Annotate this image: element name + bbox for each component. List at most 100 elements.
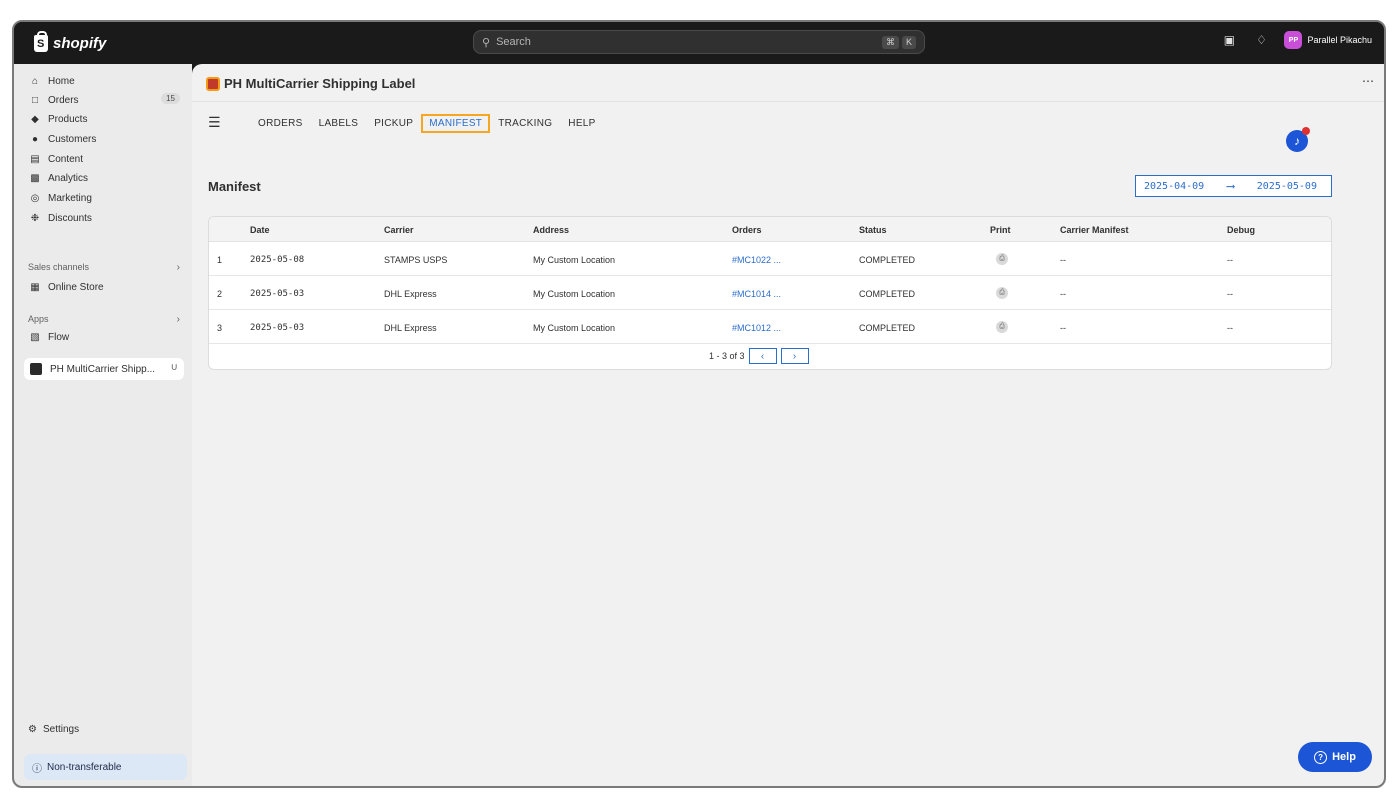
tab-tracking[interactable]: TRACKING bbox=[490, 114, 560, 133]
tab-help[interactable]: HELP bbox=[560, 114, 603, 133]
row-carrier-manifest: -- bbox=[1060, 289, 1066, 299]
tab-labels[interactable]: LABELS bbox=[311, 114, 367, 133]
help-button[interactable]: ? Help bbox=[1298, 742, 1372, 772]
column-header-orders: Orders bbox=[732, 225, 762, 235]
row-address: My Custom Location bbox=[533, 289, 616, 299]
prev-page-button[interactable]: ‹ bbox=[748, 348, 777, 364]
top-bar: S shopify ⚲ ⌘ K ▣ ♢ PP Parallel Pikachu bbox=[14, 22, 1384, 64]
sidebar-item-home[interactable]: ⌂ Home bbox=[24, 72, 184, 90]
row-date: 2025-05-03 bbox=[250, 289, 305, 299]
sidebar-item-analytics[interactable]: ▩ Analytics bbox=[24, 169, 184, 187]
row-date: 2025-05-08 bbox=[250, 255, 305, 265]
tab-orders[interactable]: ORDERS bbox=[250, 114, 311, 133]
main-content: PH MultiCarrier Shipping Label ⋯ ☰ ORDER… bbox=[192, 64, 1384, 786]
row-debug: -- bbox=[1227, 323, 1233, 333]
chevron-right-icon: › bbox=[176, 262, 180, 273]
non-transferable-banner[interactable]: ⓘ Non-transferable bbox=[24, 754, 187, 780]
page-title: Manifest bbox=[208, 179, 261, 194]
tab-manifest[interactable]: MANIFEST bbox=[421, 114, 491, 133]
sidebar-item-label: Discounts bbox=[48, 212, 92, 224]
shopify-logo[interactable]: S shopify bbox=[34, 30, 107, 53]
sidebar-item-label: Marketing bbox=[48, 192, 92, 204]
row-orders-link[interactable]: #MC1014 ... bbox=[732, 289, 781, 299]
products-icon: ◆ bbox=[31, 113, 39, 125]
cmd-key: ⌘ bbox=[881, 35, 899, 49]
sidebar-item-label: Flow bbox=[48, 331, 70, 343]
next-page-button[interactable]: › bbox=[780, 348, 809, 364]
chevron-right-icon: › bbox=[792, 350, 797, 362]
date-range-picker[interactable]: 2025-04-09 ⟶ 2025-05-09 bbox=[1135, 175, 1332, 197]
row-debug: -- bbox=[1227, 289, 1233, 299]
sidebar-item-online-store[interactable]: ▦ Online Store bbox=[24, 278, 184, 296]
printer-icon[interactable]: ⎙ bbox=[996, 253, 1008, 265]
sidebar-item-marketing[interactable]: ◎ Marketing bbox=[24, 189, 184, 207]
section-label: Apps bbox=[28, 314, 49, 324]
user-menu[interactable]: PP Parallel Pikachu bbox=[1284, 31, 1372, 49]
notification-dot bbox=[1302, 127, 1310, 135]
table-row: 2 2025-05-03 DHL Express My Custom Locat… bbox=[209, 276, 1331, 310]
row-orders-link[interactable]: #MC1022 ... bbox=[732, 255, 781, 265]
column-header-date: Date bbox=[250, 225, 270, 235]
column-header-print: Print bbox=[990, 225, 1011, 235]
app-tabs: ORDERS LABELS PICKUP MANIFEST TRACKING H… bbox=[250, 114, 604, 133]
row-status: COMPLETED bbox=[859, 255, 916, 265]
sidebar-item-products[interactable]: ◆ Products bbox=[24, 110, 184, 128]
sidebar-item-ph-multicarrier[interactable]: PH MultiCarrier Shipp... ∪ bbox=[24, 358, 184, 380]
date-start: 2025-04-09 bbox=[1144, 180, 1205, 192]
column-header-carrier: Carrier bbox=[384, 225, 414, 235]
sales-channels-section[interactable]: Sales channels › bbox=[28, 262, 184, 273]
more-options-icon[interactable]: ⋯ bbox=[1362, 74, 1374, 88]
search-icon: ⚲ bbox=[482, 36, 491, 49]
arrow-right-icon: ⟶ bbox=[1226, 179, 1235, 193]
column-header-carrier-manifest: Carrier Manifest bbox=[1060, 225, 1129, 235]
row-carrier: DHL Express bbox=[384, 323, 437, 333]
bell-icon[interactable]: ♪ bbox=[1286, 127, 1310, 152]
app-header: PH MultiCarrier Shipping Label ⋯ bbox=[192, 64, 1384, 102]
help-button-label: Help bbox=[1332, 751, 1356, 763]
sidebar-item-label: Analytics bbox=[48, 172, 89, 184]
tab-pickup[interactable]: PICKUP bbox=[366, 114, 421, 133]
brand-name: shopify bbox=[53, 34, 107, 52]
sidebar-item-content[interactable]: ▤ Content bbox=[24, 150, 184, 168]
marketing-icon: ◎ bbox=[30, 192, 40, 204]
column-header-address: Address bbox=[533, 225, 570, 235]
sidebar-item-label: Settings bbox=[42, 724, 80, 735]
column-header-debug: Debug bbox=[1227, 225, 1255, 235]
row-index: 2 bbox=[217, 289, 223, 299]
search-input[interactable] bbox=[496, 36, 882, 48]
sidebar-item-label: Home bbox=[48, 75, 75, 87]
pin-icon[interactable]: ∪ bbox=[171, 362, 178, 373]
row-orders-link[interactable]: #MC1012 ... bbox=[732, 323, 781, 333]
hamburger-menu-icon[interactable]: ☰ bbox=[208, 114, 221, 131]
info-icon: ⓘ bbox=[32, 763, 42, 775]
search-bar[interactable]: ⚲ ⌘ K bbox=[473, 30, 925, 54]
sidebar-item-orders[interactable]: □ Orders 15 bbox=[24, 91, 184, 109]
app-window: S shopify ⚲ ⌘ K ▣ ♢ PP Parallel Pikachu … bbox=[12, 20, 1386, 788]
chevron-left-icon: ‹ bbox=[760, 350, 765, 362]
sidebar-item-discounts[interactable]: ❉ Discounts bbox=[24, 209, 184, 227]
table-header: Date Carrier Address Orders Status Print… bbox=[209, 217, 1331, 242]
sidebar-item-settings[interactable]: ⚙ Settings bbox=[28, 724, 79, 735]
apps-section[interactable]: Apps › bbox=[28, 314, 184, 325]
printer-icon[interactable]: ⎙ bbox=[996, 287, 1008, 299]
sidebar-item-label: Online Store bbox=[48, 281, 104, 293]
row-debug: -- bbox=[1227, 255, 1233, 265]
content-icon: ▤ bbox=[30, 153, 40, 165]
orders-count-badge: 15 bbox=[161, 93, 180, 104]
row-address: My Custom Location bbox=[533, 323, 616, 333]
row-status: COMPLETED bbox=[859, 323, 916, 333]
notifications-icon[interactable]: ♢ bbox=[1252, 31, 1270, 49]
row-carrier-manifest: -- bbox=[1060, 323, 1066, 333]
section-label: Sales channels bbox=[28, 262, 90, 272]
sidebar-item-flow[interactable]: ▧ Flow bbox=[24, 328, 184, 346]
sidebar-item-label: PH MultiCarrier Shipp... bbox=[50, 363, 156, 375]
store-icon[interactable]: ▣ bbox=[1220, 31, 1238, 49]
sidebar-item-label: Customers bbox=[48, 133, 97, 145]
search-shortcut: ⌘ K bbox=[881, 35, 916, 49]
table-row: 1 2025-05-08 STAMPS USPS My Custom Locat… bbox=[209, 242, 1331, 276]
app-icon bbox=[30, 363, 42, 375]
row-carrier: STAMPS USPS bbox=[384, 255, 448, 265]
gear-icon: ⚙ bbox=[28, 724, 37, 735]
printer-icon[interactable]: ⎙ bbox=[996, 321, 1008, 333]
sidebar-item-customers[interactable]: ● Customers bbox=[24, 130, 184, 148]
